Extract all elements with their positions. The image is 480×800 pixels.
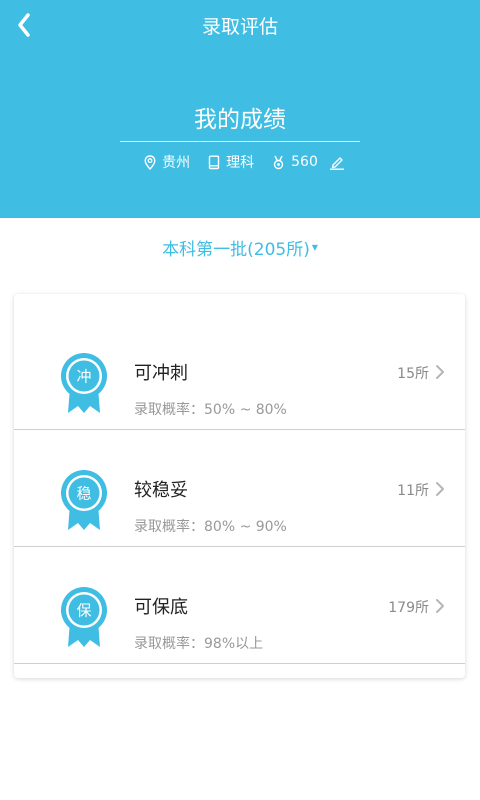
category-title: 可保底 bbox=[134, 597, 188, 618]
score-info: 560 bbox=[272, 154, 318, 170]
score-header: 录取评估 我的成绩 贵州 理科 560 bbox=[0, 0, 480, 218]
medal-char: 保 bbox=[76, 602, 91, 620]
category-probability: 录取概率：50% ~ 80% bbox=[134, 402, 287, 418]
score-divider bbox=[120, 141, 360, 142]
category-probability: 录取概率：80% ~ 90% bbox=[134, 519, 287, 535]
category-count: 11所 bbox=[397, 483, 429, 499]
score-info-row: 贵州 理科 560 bbox=[0, 152, 480, 172]
subject-info: 理科 bbox=[208, 152, 254, 172]
score-title: 我的成绩 bbox=[194, 107, 286, 133]
chevron-right-icon bbox=[436, 599, 444, 613]
category-count: 15所 bbox=[397, 366, 429, 382]
category-count: 179所 bbox=[388, 600, 429, 616]
ribbon-medal-icon: 保 bbox=[61, 587, 107, 647]
ribbon-medal-icon: 冲 bbox=[61, 353, 107, 413]
edit-pencil-icon bbox=[329, 156, 344, 170]
ribbon-medal-icon: 稳 bbox=[61, 470, 107, 530]
nav-title: 录取评估 bbox=[201, 16, 278, 38]
province-text: 贵州 bbox=[162, 155, 191, 171]
batch-label: 本科第一批(205所) bbox=[162, 239, 310, 260]
category-title: 较稳妥 bbox=[134, 480, 188, 501]
medal-icon bbox=[273, 155, 284, 169]
category-probability: 录取概率：98%以上 bbox=[134, 636, 264, 652]
location-pin-icon bbox=[144, 154, 156, 170]
book-icon bbox=[208, 155, 220, 169]
category-row-steady[interactable]: 稳 较稳妥 录取概率：80% ~ 90% 11所 bbox=[14, 430, 465, 547]
score-text: 560 bbox=[291, 154, 318, 170]
subject-text: 理科 bbox=[226, 155, 255, 171]
assessment-card: 冲 可冲刺 录取概率：50% ~ 80% 15所 稳 较稳妥 录取概率：80% … bbox=[14, 294, 465, 678]
category-title: 可冲刺 bbox=[134, 363, 188, 384]
medal-char: 稳 bbox=[76, 485, 91, 503]
category-row-safe[interactable]: 保 可保底 录取概率：98%以上 179所 bbox=[14, 547, 465, 664]
batch-selector[interactable]: 本科第一批(205所) ▾ bbox=[0, 218, 480, 276]
category-row-reach[interactable]: 冲 可冲刺 录取概率：50% ~ 80% 15所 bbox=[14, 313, 465, 430]
medal-char: 冲 bbox=[76, 368, 91, 386]
chevron-right-icon bbox=[436, 482, 444, 496]
dropdown-arrow-icon: ▾ bbox=[311, 240, 318, 254]
chevron-right-icon bbox=[436, 365, 444, 379]
edit-score-button[interactable] bbox=[329, 155, 345, 170]
province-info: 贵州 bbox=[144, 152, 190, 172]
